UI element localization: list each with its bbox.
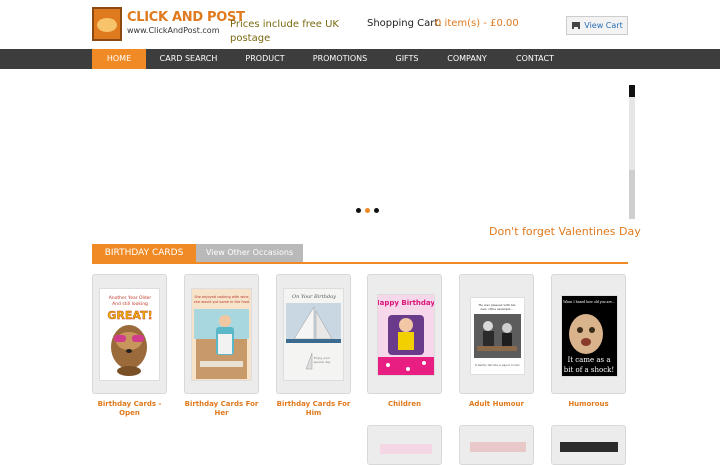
svg-text:On Your Birthday: On Your Birthday <box>292 294 336 300</box>
card-image-sailing: On Your Birthday Enjoy your special day <box>283 288 344 381</box>
cart-icon <box>571 22 581 29</box>
card-image-baby: When I heard how old you are... It came … <box>561 295 618 377</box>
view-cart-button[interactable]: View Cart <box>566 16 628 35</box>
slider-dot-3[interactable] <box>374 208 379 213</box>
main-nav: HOME CARD SEARCH PRODUCT PROMOTIONS GIFT… <box>0 49 720 69</box>
card-tile-adult-humour[interactable]: He was pleased with his new office assis… <box>459 274 534 394</box>
svg-text:new office assistant...: new office assistant... <box>481 307 514 311</box>
logo-subtitle: www.ClickAndPost.com <box>127 26 220 35</box>
tab-birthday-cards[interactable]: BIRTHDAY CARDS <box>92 244 196 262</box>
card-label-humorous[interactable]: Humorous <box>551 400 626 409</box>
svg-text:It hardly felt like a paper ro: It hardly felt like a paper round <box>475 363 520 367</box>
svg-text:It came as a: It came as a <box>567 356 610 364</box>
slider-scrollbar-thumb[interactable] <box>629 85 635 97</box>
card-label-for-her[interactable]: Birthday Cards For Her <box>184 400 259 418</box>
svg-text:And still looking: And still looking <box>112 301 148 307</box>
card-image-dog: Another Year Older And still looking GRE… <box>99 288 160 381</box>
card-tile-row2-2[interactable] <box>459 425 534 465</box>
card-label-for-him[interactable]: Birthday Cards For Him <box>276 400 351 418</box>
card-image-office: He was pleased with his new office assis… <box>470 297 525 375</box>
card-tile-row2-3[interactable] <box>551 425 626 465</box>
tagline: Prices include free UK postage <box>230 19 339 44</box>
card-tile-row2-1[interactable] <box>367 425 442 465</box>
cart-value[interactable]: 0 item(s) - £0.00 <box>435 18 519 29</box>
card-tile-for-her[interactable]: She enjoyed cooking with wine, she would… <box>184 274 259 394</box>
card-tile-children[interactable]: Happy Birthday! <box>367 274 442 394</box>
tab-divider <box>92 262 628 264</box>
card-label-birthday-open[interactable]: Birthday Cards - Open <box>92 400 167 418</box>
nav-item-product[interactable]: PRODUCT <box>234 49 296 69</box>
svg-text:Another Year Older: Another Year Older <box>109 295 152 301</box>
tab-other-occasions[interactable]: View Other Occasions <box>196 244 303 262</box>
svg-text:special day: special day <box>314 360 331 364</box>
svg-text:When I heard how old you are..: When I heard how old you are... <box>563 300 615 304</box>
svg-text:She enjoyed cooking with wine,: She enjoyed cooking with wine, <box>194 295 249 299</box>
svg-text:GREAT!: GREAT! <box>107 309 152 322</box>
card-tile-humorous[interactable]: When I heard how old you are... It came … <box>551 274 626 394</box>
nav-item-card-search[interactable]: CARD SEARCH <box>150 49 227 69</box>
card-label-adult-humour[interactable]: Adult Humour <box>459 400 534 409</box>
svg-text:she would put some in the food: she would put some in the food. <box>194 300 250 304</box>
card-tile-for-him[interactable]: On Your Birthday Enjoy your special day <box>276 274 351 394</box>
logo-icon[interactable] <box>92 7 122 41</box>
nav-item-promotions[interactable]: PROMOTIONS <box>305 49 375 69</box>
view-cart-label: View Cart <box>584 21 623 30</box>
slider-dot-2[interactable] <box>365 208 370 213</box>
nav-item-company[interactable]: COMPANY <box>438 49 496 69</box>
card-image-row2-1 <box>380 444 432 454</box>
promo-text[interactable]: Don't forget Valentines Day <box>489 225 641 238</box>
card-label-children[interactable]: Children <box>367 400 442 409</box>
logo-title[interactable]: CLICK AND POST <box>127 10 245 25</box>
nav-item-contact[interactable]: CONTACT <box>509 49 561 69</box>
nav-item-gifts[interactable]: GIFTS <box>388 49 426 69</box>
card-image-kitchen: She enjoyed cooking with wine, she would… <box>191 288 252 381</box>
slider-scrollbar-lower <box>629 170 635 219</box>
nav-item-home[interactable]: HOME <box>92 49 146 69</box>
svg-text:Happy Birthday!: Happy Birthday! <box>378 299 434 307</box>
cart-label: Shopping Cart: <box>367 18 442 29</box>
card-image-row2-3 <box>560 442 618 452</box>
slider-dot-1[interactable] <box>356 208 361 213</box>
card-image-row2-2 <box>470 442 526 452</box>
svg-text:bit of a shock!: bit of a shock! <box>564 366 614 374</box>
card-image-children: Happy Birthday! <box>377 294 435 376</box>
card-tile-birthday-open[interactable]: Another Year Older And still looking GRE… <box>92 274 167 394</box>
